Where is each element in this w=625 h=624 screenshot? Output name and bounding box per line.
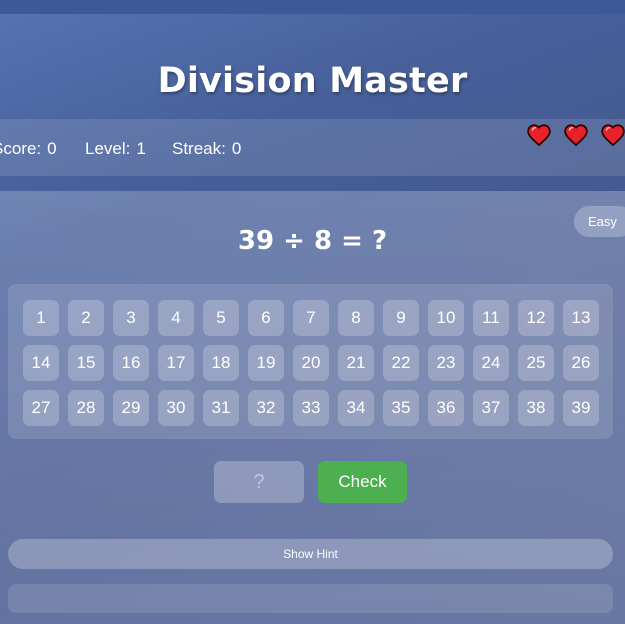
- number-option-button[interactable]: 19: [248, 345, 284, 381]
- number-option-button[interactable]: 11: [473, 300, 509, 336]
- number-option-button[interactable]: 39: [563, 390, 599, 426]
- division-question: 39 ÷ 8 = ?: [237, 226, 388, 256]
- number-option-button[interactable]: 30: [158, 390, 194, 426]
- number-option-button[interactable]: 25: [518, 345, 554, 381]
- number-option-button[interactable]: 8: [338, 300, 374, 336]
- number-option-button[interactable]: 16: [113, 345, 149, 381]
- number-option-button[interactable]: 9: [383, 300, 419, 336]
- number-option-button[interactable]: 2: [68, 300, 104, 336]
- check-button[interactable]: Check: [318, 461, 407, 503]
- number-option-button[interactable]: 4: [158, 300, 194, 336]
- number-option-button[interactable]: 34: [338, 390, 374, 426]
- number-option-button[interactable]: 29: [113, 390, 149, 426]
- streak-value: 0: [231, 139, 242, 158]
- top-strip: [0, 0, 625, 14]
- score-stat: Score: 0: [0, 139, 57, 159]
- number-option-button[interactable]: 13: [563, 300, 599, 336]
- answer-input[interactable]: [214, 461, 304, 503]
- number-option-button[interactable]: 7: [293, 300, 329, 336]
- number-option-button[interactable]: 12: [518, 300, 554, 336]
- number-option-button[interactable]: 20: [293, 345, 329, 381]
- number-option-button[interactable]: 21: [338, 345, 374, 381]
- number-option-button[interactable]: 17: [158, 345, 194, 381]
- number-option-button[interactable]: 33: [293, 390, 329, 426]
- level-stat: Level: 1: [85, 139, 146, 159]
- game-header: Division Master Score: 0 Level: 1 Streak: 0: [0, 14, 625, 191]
- heart-icon: [564, 124, 588, 147]
- heart-icon: [527, 124, 551, 147]
- number-option-button[interactable]: 38: [518, 390, 554, 426]
- number-option-button[interactable]: 15: [68, 345, 104, 381]
- number-option-button[interactable]: 24: [473, 345, 509, 381]
- number-option-button[interactable]: 6: [248, 300, 284, 336]
- level-value: 1: [136, 139, 146, 158]
- streak-label: Streak:: [172, 139, 226, 158]
- number-option-button[interactable]: 27: [23, 390, 59, 426]
- game-title: Division Master: [157, 61, 468, 101]
- number-option-button[interactable]: 32: [248, 390, 284, 426]
- number-option-button[interactable]: 31: [203, 390, 239, 426]
- number-option-button[interactable]: 23: [428, 345, 464, 381]
- score-label: Score:: [0, 139, 42, 158]
- number-option-button[interactable]: 10: [428, 300, 464, 336]
- show-hint-button[interactable]: Show Hint: [8, 539, 613, 569]
- number-option-button[interactable]: 28: [68, 390, 104, 426]
- number-option-button[interactable]: 35: [383, 390, 419, 426]
- number-option-button[interactable]: 22: [383, 345, 419, 381]
- hint-display: [8, 584, 613, 613]
- number-option-button[interactable]: 3: [113, 300, 149, 336]
- number-option-button[interactable]: 18: [203, 345, 239, 381]
- number-option-button[interactable]: 36: [428, 390, 464, 426]
- level-label: Level:: [85, 139, 131, 158]
- number-option-button[interactable]: 26: [563, 345, 599, 381]
- number-option-button[interactable]: 14: [23, 345, 59, 381]
- number-option-button[interactable]: 5: [203, 300, 239, 336]
- heart-icon: [601, 124, 625, 147]
- streak-stat: Streak: 0: [172, 139, 241, 159]
- number-option-button[interactable]: 1: [23, 300, 59, 336]
- score-value: 0: [47, 139, 57, 158]
- number-option-button[interactable]: 37: [473, 390, 509, 426]
